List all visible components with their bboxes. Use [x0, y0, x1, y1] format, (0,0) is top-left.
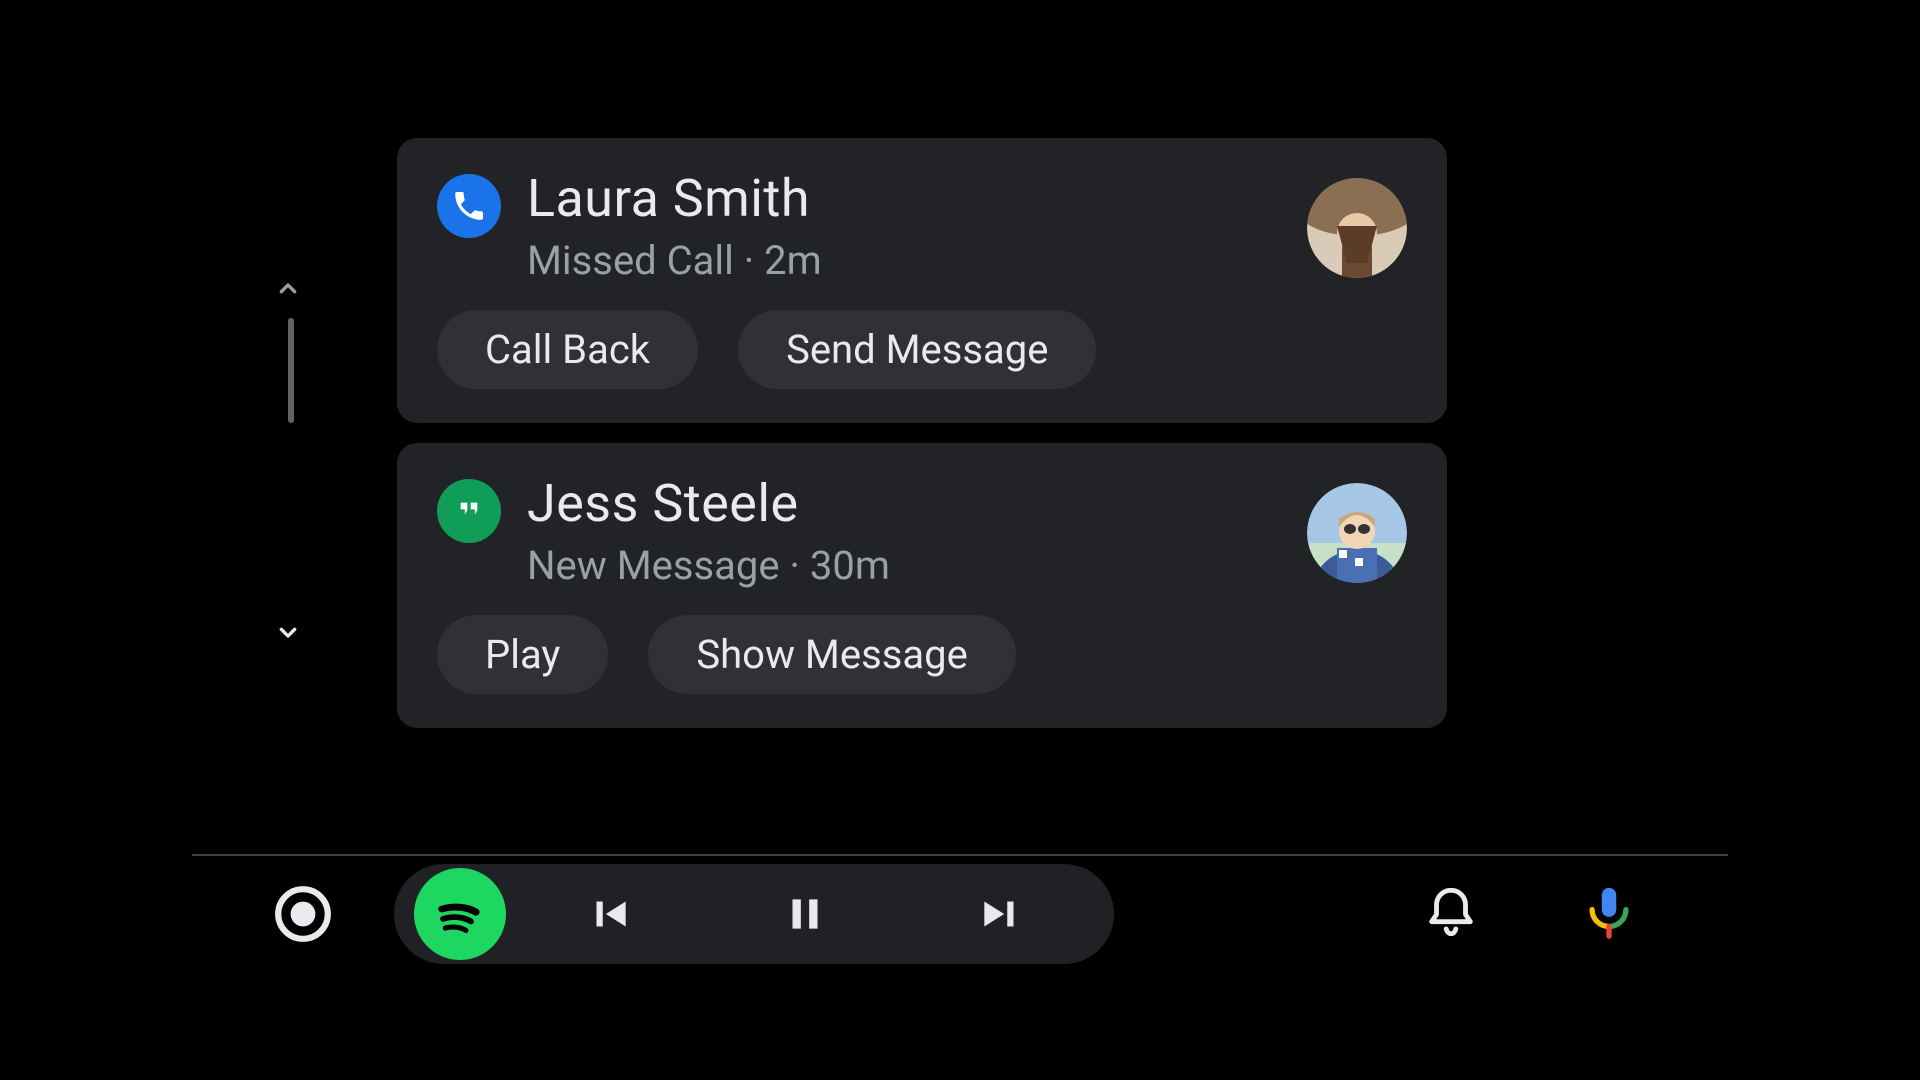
home-button[interactable] [272, 883, 334, 945]
hangouts-app-icon [437, 479, 501, 543]
card-text: Jess Steele New Message · 30m [527, 473, 1407, 589]
bottom-bar [192, 854, 1728, 972]
media-controls [394, 864, 1114, 964]
spotify-icon[interactable] [414, 868, 506, 960]
bottom-bar-right [1422, 883, 1638, 945]
contact-name: Laura Smith [527, 168, 1407, 229]
contact-avatar [1307, 178, 1407, 278]
scroll-indicator [252, 238, 332, 698]
assistant-mic-button[interactable] [1580, 883, 1638, 945]
card-actions: Play Show Message [437, 615, 1407, 694]
card-text: Laura Smith Missed Call · 2m [527, 168, 1407, 284]
call-back-button[interactable]: Call Back [437, 310, 698, 389]
previous-track-button[interactable] [516, 889, 702, 939]
notification-card[interactable]: Jess Steele New Message · 30m [397, 443, 1447, 728]
notification-subtitle: Missed Call · 2m [527, 237, 1407, 284]
notification-card[interactable]: Laura Smith Missed Call · 2m [397, 138, 1447, 423]
screen: Laura Smith Missed Call · 2m [192, 108, 1728, 972]
card-actions: Call Back Send Message [437, 310, 1407, 389]
notification-subtitle: New Message · 30m [527, 542, 1407, 589]
scroll-down-button[interactable] [272, 616, 304, 648]
next-track-button[interactable] [908, 889, 1094, 939]
show-message-button[interactable]: Show Message [648, 615, 1015, 694]
contact-avatar [1307, 483, 1407, 583]
scroll-track [288, 318, 294, 423]
card-header: Laura Smith Missed Call · 2m [437, 168, 1407, 284]
contact-name: Jess Steele [527, 473, 1407, 534]
notification-list: Laura Smith Missed Call · 2m [397, 138, 1447, 748]
pause-button[interactable] [712, 889, 898, 939]
phone-app-icon [437, 174, 501, 238]
play-message-button[interactable]: Play [437, 615, 608, 694]
send-message-button[interactable]: Send Message [738, 310, 1096, 389]
notifications-button[interactable] [1422, 883, 1480, 945]
card-header: Jess Steele New Message · 30m [437, 473, 1407, 589]
scroll-up-button[interactable] [272, 273, 304, 305]
